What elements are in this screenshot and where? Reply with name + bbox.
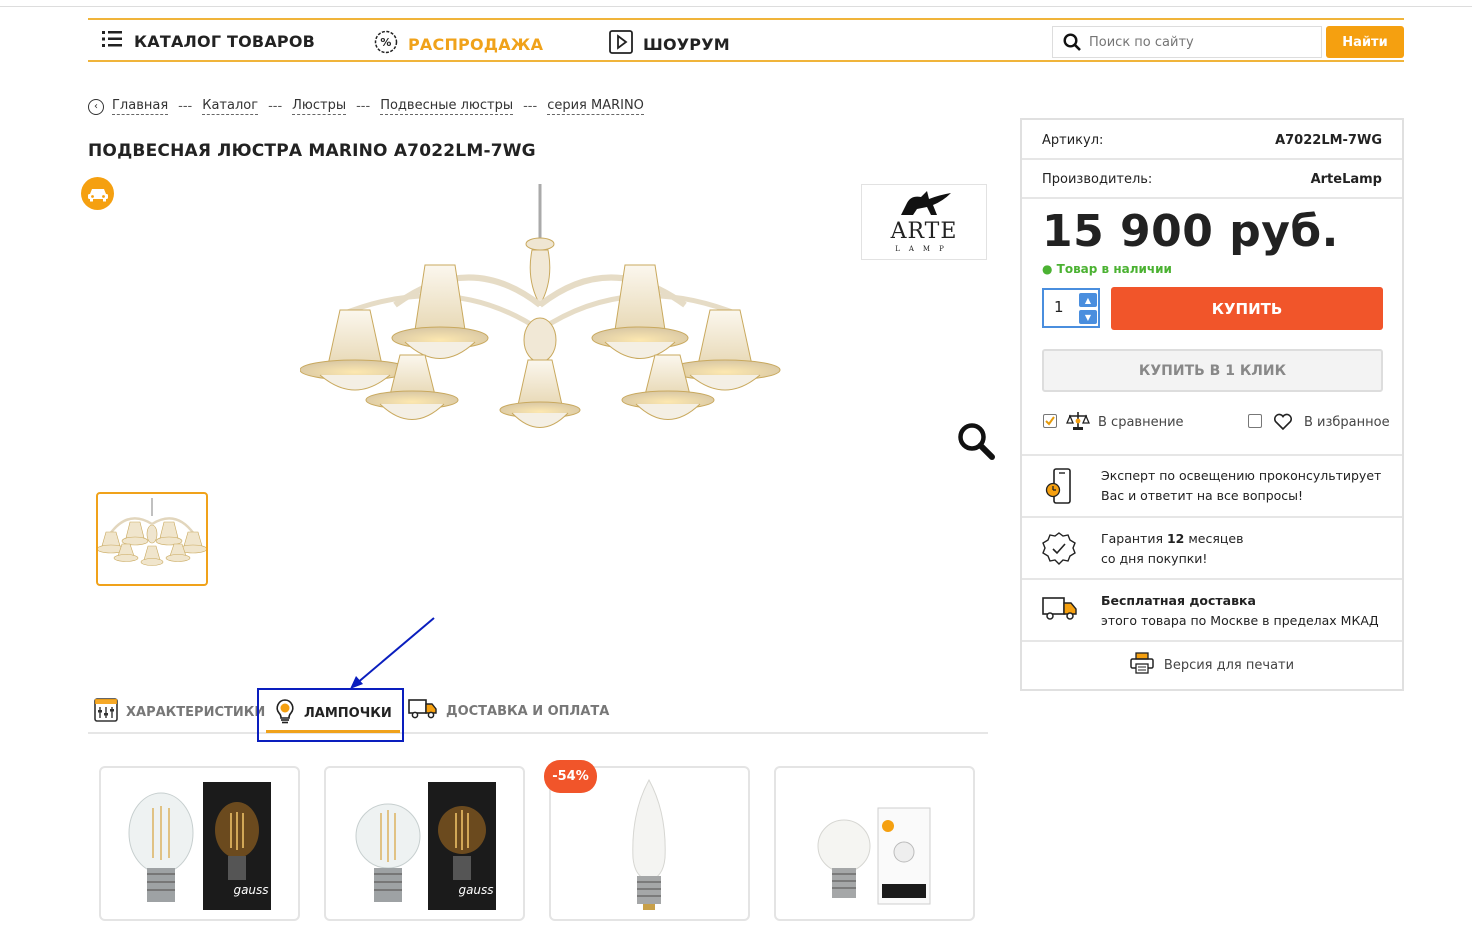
product-tabs: ХАРАКТЕРИСТИКИ ЛАМПОЧКИ ДОСТАВКА И ОПЛАТ… [88,692,988,734]
breadcrumb: ‹ Главная --- Каталог --- Люстры --- Под… [88,98,644,115]
one-click-buy-button[interactable]: КУПИТЬ В 1 КЛИК [1042,349,1383,392]
expert-text: Эксперт по освещению проконсультирует Ва… [1101,466,1381,506]
quantity-value[interactable]: 1 [1054,298,1064,316]
breadcrumb-separator: --- [523,99,538,114]
delivery-line-2: этого товара по Москве в пределах МКАД [1101,613,1379,628]
warranty-suffix: месяцев [1188,531,1244,546]
breadcrumb-home[interactable]: Главная [112,98,169,115]
bulb-card-4[interactable] [774,766,975,921]
nav-sale-label: РАСПРОДАЖА [408,34,544,54]
percent-badge-icon: % [374,30,398,58]
divider [1022,158,1402,160]
print-version-label: Версия для печати [1163,657,1295,673]
play-icon [609,30,633,58]
product-main-image[interactable] [299,180,790,454]
back-icon[interactable]: ‹ [88,98,104,115]
bulb-card-2[interactable]: gauss [324,766,525,921]
stock-status-text: Товар в наличии [1056,262,1172,276]
favorite-checkbox[interactable] [1248,414,1262,428]
product-thumbnail[interactable] [96,492,208,586]
expert-line-2: Вас и ответит на все вопросы! [1101,488,1304,503]
phone-expert-icon [1042,468,1078,510]
delivery-title: Бесплатная доставка [1101,593,1256,608]
expert-row: Эксперт по освещению проконсультирует Ва… [1022,456,1402,518]
annotation-arrow [340,614,440,698]
search-button[interactable]: Найти [1326,26,1404,58]
discount-badge: -54% [544,760,597,793]
stock-status: ● Товар в наличии [1042,262,1172,276]
breadcrumb-separator: --- [268,99,283,114]
truck-icon [408,698,438,724]
quantity-stepper[interactable]: 1 ▲ ▼ [1042,288,1100,328]
article-label: Артикул: [1042,133,1104,148]
favorite-label[interactable]: В избранное [1304,415,1390,430]
griffin-icon [893,189,955,221]
page-title: ПОДВЕСНАЯ ЛЮСТРА MARINO A7022LM-7WG [88,141,536,161]
delivery-truck-icon [1042,596,1078,626]
svg-text:%: % [380,36,391,49]
compare-label[interactable]: В сравнение [1098,415,1184,430]
zoom-icon[interactable] [956,421,996,465]
buy-button[interactable]: КУПИТЬ [1111,287,1383,330]
search-box [1052,26,1322,58]
tab-characteristics-label: ХАРАКТЕРИСТИКИ [126,704,266,720]
breadcrumb-pendant[interactable]: Подвесные люстры [380,98,514,115]
nav-showroom-label: ШОУРУМ [643,34,730,54]
nav-sale[interactable]: % РАСПРОДАЖА [374,30,543,58]
delivery-text: Бесплатная доставка этого товара по Моск… [1101,591,1379,631]
search-input[interactable] [1087,33,1311,51]
brand-logo-text: ARTE [890,219,958,244]
heart-icon [1273,413,1293,435]
breadcrumb-series[interactable]: серия MARINO [547,98,644,115]
print-version-link[interactable]: Версия для печати [1022,642,1402,688]
menu-list-icon [102,30,124,52]
quantity-up-icon[interactable]: ▲ [1079,293,1097,307]
warranty-text: Гарантия 12 месяцев со дня покупки! [1101,529,1243,569]
sliders-icon [94,698,118,726]
top-border [0,6,1472,7]
tab-delivery-label: ДОСТАВКА И ОПЛАТА [446,703,610,719]
warranty-months: 12 [1166,531,1185,546]
purchase-panel: Артикул: A7022LM-7WG Производитель: Arte… [1020,118,1404,691]
warranty-row: Гарантия 12 месяцев со дня покупки! [1022,518,1402,580]
breadcrumb-chandeliers[interactable]: Люстры [292,98,347,115]
divider [1022,197,1402,199]
tab-delivery[interactable]: ДОСТАВКА И ОПЛАТА [408,698,609,724]
breadcrumb-separator: --- [356,99,371,114]
main-nav: КАТАЛОГ ТОВАРОВ % РАСПРОДАЖА ШОУРУМ Найт… [88,18,1404,62]
tab-characteristics[interactable]: ХАРАКТЕРИСТИКИ [94,698,265,726]
compare-checkbox[interactable] [1043,414,1057,428]
printer-icon [1130,652,1154,678]
svg-text:gauss: gauss [458,883,493,897]
article-value: A7022LM-7WG [1275,133,1382,148]
warranty-badge-icon [1042,532,1076,570]
maker-value[interactable]: ArteLamp [1311,172,1382,187]
maker-label: Производитель: [1042,172,1153,187]
breadcrumb-catalog[interactable]: Каталог [202,98,259,115]
delivery-car-icon [81,177,114,210]
quantity-down-icon[interactable]: ▼ [1079,310,1097,324]
warranty-line-2: со дня покупки! [1101,551,1208,566]
delivery-row: Бесплатная доставка этого товара по Моск… [1022,580,1402,642]
price: 15 900 руб. [1042,206,1339,257]
brand-logo[interactable]: ARTE LAMP [861,184,987,260]
svg-text:gauss: gauss [233,883,268,897]
brand-logo-sub: LAMP [895,245,953,253]
annotation-highlight-box [257,688,404,742]
nav-catalog-label: КАТАЛОГ ТОВАРОВ [134,31,316,51]
scales-icon [1066,411,1090,435]
search-icon [1063,33,1081,51]
nav-showroom[interactable]: ШОУРУМ [609,30,730,58]
expert-line-1: Эксперт по освещению проконсультирует [1101,468,1382,483]
bulb-card-1[interactable]: gauss [99,766,300,921]
warranty-prefix: Гарантия [1101,531,1163,546]
breadcrumb-separator: --- [178,99,193,114]
nav-catalog[interactable]: КАТАЛОГ ТОВАРОВ [102,30,315,52]
